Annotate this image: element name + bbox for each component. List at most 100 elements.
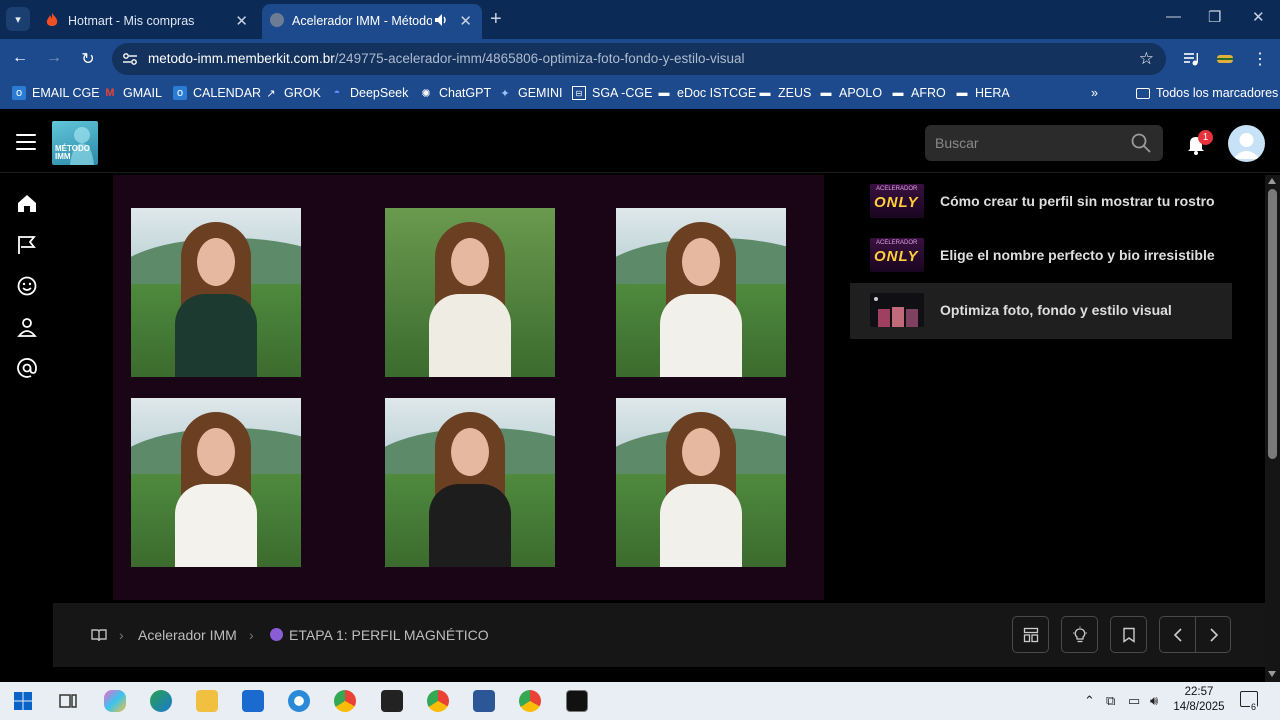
reload-icon[interactable]: ↻: [78, 49, 98, 69]
tab-title: Acelerador IMM - Método IMM: [292, 14, 432, 28]
light-mode-button[interactable]: [1061, 616, 1098, 653]
scroll-down-icon[interactable]: [1268, 671, 1276, 677]
bookmark-apolo[interactable]: ▬ APOLO: [819, 86, 883, 100]
stage-color-dot: [270, 628, 283, 641]
tab-search-button[interactable]: ▾: [6, 7, 30, 31]
search-icon[interactable]: [1131, 133, 1151, 153]
flag-icon[interactable]: [16, 234, 38, 256]
network-icon[interactable]: ▭: [1128, 693, 1140, 709]
volume-icon[interactable]: 🔊︎: [1150, 693, 1158, 709]
tab-hotmart[interactable]: Hotmart - Mis compras ✕: [36, 4, 258, 39]
windows-start-icon[interactable]: [12, 690, 34, 712]
outlook-icon: o: [173, 86, 187, 100]
sticky-notes-icon[interactable]: [381, 690, 403, 712]
bookmarks-bar: o EMAIL CGE M GMAIL o CALENDAR ↗ GROK ◓ DeepS…: [0, 79, 1280, 109]
logo-text: MÉTODO IMM: [55, 144, 90, 161]
folder-page-icon: ▬: [658, 87, 670, 99]
bookmarks-overflow-chevron-icon[interactable]: »: [1091, 86, 1098, 100]
bookmark-hera[interactable]: ▬ HERA: [955, 86, 1010, 100]
bookmark-email-cge[interactable]: o EMAIL CGE: [12, 86, 100, 100]
lightbulb-icon: [1072, 626, 1087, 642]
site-header: MÉTODO IMM: [0, 113, 1280, 173]
folder-page-icon: ▬: [759, 87, 771, 99]
windows-taskbar: ⌃ ⧉ ▭ 🔊︎ 22:57 14/8/2025 6: [0, 682, 1280, 720]
bookmark-chatgpt[interactable]: ✺ ChatGPT: [419, 86, 491, 100]
restore-icon[interactable]: ❐: [1208, 8, 1221, 26]
menu-hamburger-icon[interactable]: [16, 134, 36, 150]
forward-arrow-icon[interactable]: →: [44, 49, 64, 69]
layout-icon: [1023, 627, 1038, 642]
bookmark-gmail[interactable]: M GMAIL: [103, 86, 162, 100]
bookmark-calendar[interactable]: o CALENDAR: [173, 86, 261, 100]
display-icon[interactable]: ⧉: [1106, 693, 1115, 709]
chevron-right-icon: ›: [119, 627, 124, 643]
outlook-icon: o: [12, 86, 26, 100]
edge-icon[interactable]: [150, 690, 172, 712]
page-scrollbar[interactable]: [1265, 175, 1280, 682]
copilot-icon[interactable]: [104, 690, 126, 712]
user-icon[interactable]: [16, 316, 38, 338]
back-arrow-icon[interactable]: ←: [10, 49, 30, 69]
bookmark-star-icon[interactable]: ☆: [1139, 49, 1154, 69]
scrollbar-thumb[interactable]: [1268, 189, 1277, 459]
lesson-video-player[interactable]: [113, 175, 824, 600]
site-info-icon[interactable]: [122, 51, 138, 67]
gemini-sparkle-icon: ✦: [500, 87, 510, 100]
breadcrumb-stage[interactable]: ETAPA 1: PERFIL MAGNÉTICO: [289, 627, 489, 643]
lesson-footer-bar: › Acelerador IMM › ETAPA 1: PERFIL MAGNÉ…: [53, 603, 1265, 667]
lesson-item[interactable]: ACELERADOR ONLY Elige el nombre perfecto …: [850, 228, 1232, 284]
notification-badge: 1: [1198, 130, 1213, 145]
chevron-left-icon: [1173, 627, 1182, 642]
chrome-icon[interactable]: [334, 690, 356, 712]
at-icon[interactable]: [16, 357, 38, 379]
avatar[interactable]: [1228, 125, 1265, 162]
close-window-icon[interactable]: ✕: [1252, 8, 1265, 26]
speaker-icon[interactable]: [434, 13, 448, 27]
course-logo[interactable]: MÉTODO IMM: [52, 121, 98, 165]
task-view-icon[interactable]: [57, 690, 79, 712]
chrome-icon[interactable]: [519, 690, 541, 712]
chevron-up-icon[interactable]: ⌃: [1084, 693, 1095, 709]
book-icon[interactable]: [91, 628, 107, 642]
profile-extension-icon[interactable]: [1216, 50, 1234, 68]
close-tab-icon[interactable]: ✕: [235, 12, 248, 30]
system-clock[interactable]: 22:57 14/8/2025: [1172, 685, 1226, 715]
bookmark-icon: [1122, 627, 1135, 643]
bookmark-deepseek[interactable]: ◓ DeepSeek: [330, 86, 409, 100]
bookmark-afro[interactable]: ▬ AFRO: [891, 86, 946, 100]
chevron-right-icon: ›: [249, 627, 254, 643]
next-lesson-button[interactable]: [1196, 617, 1232, 652]
word-icon[interactable]: [473, 690, 495, 712]
file-explorer-icon[interactable]: [196, 690, 218, 712]
tab-acelerador[interactable]: Acelerador IMM - Método IMM ✕: [262, 4, 482, 39]
media-controls-icon[interactable]: [1182, 50, 1200, 68]
app-icon[interactable]: [288, 690, 310, 712]
lesson-item-active[interactable]: Optimiza foto, fondo y estilo visual: [850, 283, 1232, 339]
bookmark-sga-cge[interactable]: ⊟ SGA -CGE: [572, 86, 652, 100]
bookmark-lesson-button[interactable]: [1110, 616, 1147, 653]
bookmark-zeus[interactable]: ▬ ZEUS: [758, 86, 812, 100]
scroll-up-icon[interactable]: [1268, 178, 1276, 184]
chrome-icon[interactable]: [427, 690, 449, 712]
bookmark-grok[interactable]: ↗ GROK: [264, 86, 320, 100]
smile-icon[interactable]: [16, 275, 38, 297]
more-menu-icon[interactable]: ⋮: [1250, 49, 1270, 69]
close-tab-icon[interactable]: ✕: [459, 12, 472, 30]
previous-lesson-button[interactable]: [1160, 617, 1196, 652]
address-bar[interactable]: metodo-imm.memberkit.com.br/249775-acele…: [112, 43, 1166, 75]
all-bookmarks-folder[interactable]: Todos los marcadores: [1136, 86, 1278, 100]
search-input[interactable]: [935, 133, 1125, 153]
bookmark-edoc-istcge[interactable]: ▬ eDoc ISTCGE: [657, 86, 757, 100]
lesson-item[interactable]: ACELERADOR ONLY Cómo crear tu perfil sin …: [850, 174, 1232, 230]
page-favicon-icon: [270, 13, 284, 27]
breadcrumb-course[interactable]: Acelerador IMM: [138, 627, 237, 643]
home-icon[interactable]: [16, 192, 38, 214]
new-tab-icon[interactable]: +: [490, 8, 502, 31]
bookmark-gemini[interactable]: ✦ GEMINI: [498, 86, 562, 100]
outlook-icon[interactable]: [242, 690, 264, 712]
layout-toggle-button[interactable]: [1012, 616, 1049, 653]
ndi-icon[interactable]: [566, 690, 588, 712]
minimize-icon[interactable]: —: [1166, 8, 1181, 25]
folder-icon: [1136, 87, 1150, 99]
search-box[interactable]: [925, 125, 1163, 161]
